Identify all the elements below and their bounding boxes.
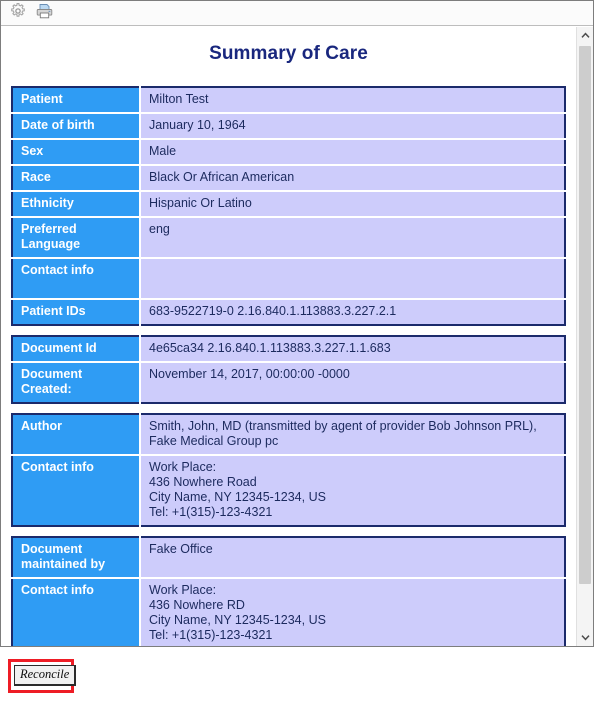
row-value: January 10, 1964 xyxy=(140,113,565,140)
print-button[interactable] xyxy=(34,3,54,23)
row-label: Preferred Language xyxy=(12,217,141,259)
footer-actions: Reconcile xyxy=(0,648,596,705)
chevron-down-icon xyxy=(580,635,590,641)
vertical-scrollbar[interactable] xyxy=(576,27,593,646)
table-row: Patient IDs 683-9522719-0 2.16.840.1.113… xyxy=(12,299,565,325)
row-label: Contact info xyxy=(12,455,141,526)
table-row: Contact info Work Place: 436 Nowhere RD … xyxy=(12,578,565,646)
settings-button[interactable] xyxy=(8,2,28,24)
row-value: Black Or African American xyxy=(140,165,565,192)
scroll-down-button[interactable] xyxy=(577,629,593,646)
table-row: Document Id 4e65ca34 2.16.840.1.113883.3… xyxy=(12,336,565,363)
row-label: Contact info xyxy=(12,258,141,300)
row-label: Author xyxy=(12,414,141,456)
author-table: Author Smith, John, MD (transmitted by a… xyxy=(11,413,566,527)
row-value: eng xyxy=(140,217,565,259)
row-label: Document maintained by xyxy=(12,537,141,579)
page-title: Summary of Care xyxy=(209,43,368,64)
reconcile-button[interactable]: Reconcile xyxy=(14,665,77,686)
row-value: Work Place: 436 Nowhere Road City Name, … xyxy=(140,455,565,526)
toolbar xyxy=(1,1,593,26)
row-value xyxy=(140,258,565,300)
row-value: Hispanic Or Latino xyxy=(140,191,565,218)
row-label: Document Created: xyxy=(12,362,141,403)
table-row: Ethnicity Hispanic Or Latino xyxy=(12,191,565,218)
table-row: Sex Male xyxy=(12,139,565,166)
table-row: Document Created: November 14, 2017, 00:… xyxy=(12,362,565,403)
custodian-table-body: Document maintained by Fake Office Conta… xyxy=(12,537,565,646)
row-value: Smith, John, MD (transmitted by agent of… xyxy=(140,414,565,456)
row-label: Contact info xyxy=(12,578,141,646)
patient-demographics-table: Patient Milton Test Date of birth Januar… xyxy=(11,86,566,326)
row-label: Patient xyxy=(12,87,141,114)
document-viewer-frame: Summary of Care Patient Milton Test Date… xyxy=(0,0,594,647)
table-row: Patient Milton Test xyxy=(12,87,565,114)
table-row: Contact info Work Place: 436 Nowhere Roa… xyxy=(12,455,565,526)
table-row: Contact info xyxy=(12,258,565,300)
custodian-table: Document maintained by Fake Office Conta… xyxy=(11,536,566,646)
table-row: Document maintained by Fake Office xyxy=(12,537,565,579)
row-value: Male xyxy=(140,139,565,166)
row-value: Work Place: 436 Nowhere RD City Name, NY… xyxy=(140,578,565,646)
row-label: Sex xyxy=(12,139,141,166)
row-value: Fake Office xyxy=(140,537,565,579)
gear-icon xyxy=(10,2,26,24)
row-value: Milton Test xyxy=(140,87,565,114)
author-table-body: Author Smith, John, MD (transmitted by a… xyxy=(12,414,565,526)
row-label: Document Id xyxy=(12,336,141,363)
scrollbar-track[interactable] xyxy=(577,44,593,629)
scroll-up-button[interactable] xyxy=(577,27,593,44)
chevron-up-icon xyxy=(580,32,590,38)
patient-table-body: Patient Milton Test Date of birth Januar… xyxy=(12,87,565,325)
document-table-body: Document Id 4e65ca34 2.16.840.1.113883.3… xyxy=(12,336,565,403)
document-metadata-table: Document Id 4e65ca34 2.16.840.1.113883.3… xyxy=(11,335,566,404)
document-content: Summary of Care Patient Milton Test Date… xyxy=(1,27,576,646)
table-row: Race Black Or African American xyxy=(12,165,565,192)
table-row: Preferred Language eng xyxy=(12,217,565,259)
document-viewport: Summary of Care Patient Milton Test Date… xyxy=(1,27,593,646)
row-label: Patient IDs xyxy=(12,299,141,325)
row-label: Ethnicity xyxy=(12,191,141,218)
row-value: 4e65ca34 2.16.840.1.113883.3.227.1.1.683 xyxy=(140,336,565,363)
printer-icon xyxy=(36,3,53,24)
row-value: 683-9522719-0 2.16.840.1.113883.3.227.2.… xyxy=(140,299,565,325)
table-row: Date of birth January 10, 1964 xyxy=(12,113,565,140)
row-label: Date of birth xyxy=(12,113,141,140)
row-label: Race xyxy=(12,165,141,192)
table-row: Author Smith, John, MD (transmitted by a… xyxy=(12,414,565,456)
scrollbar-thumb[interactable] xyxy=(579,46,591,585)
row-value: November 14, 2017, 00:00:00 -0000 xyxy=(140,362,565,403)
